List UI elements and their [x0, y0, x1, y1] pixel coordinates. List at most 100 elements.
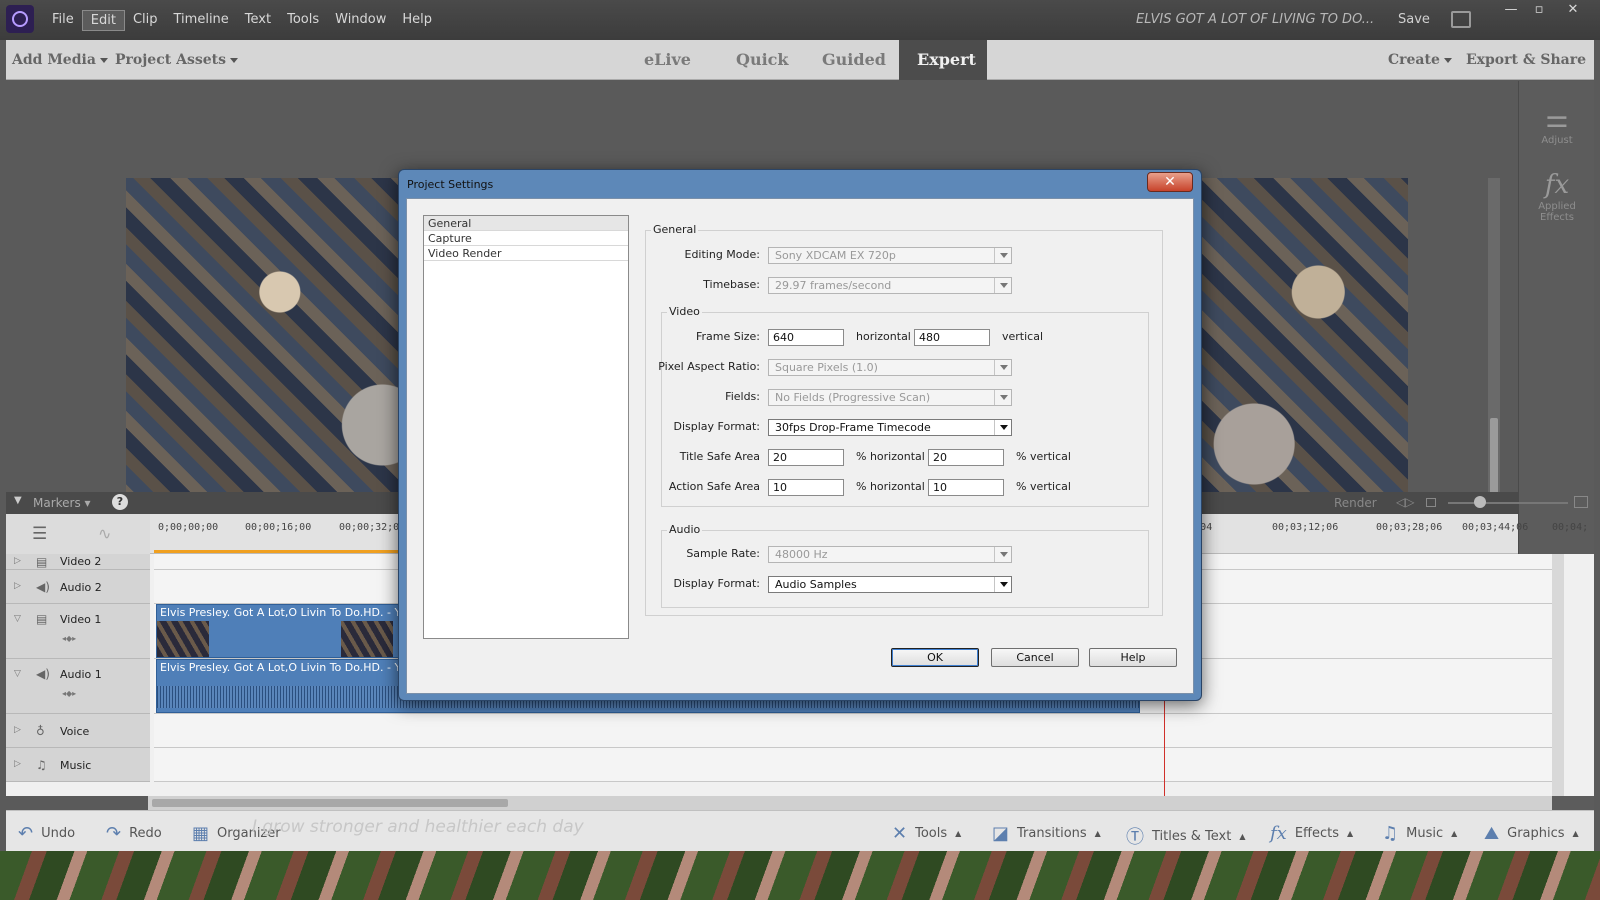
dialog-titlebar[interactable]: Project Settings ✕ [399, 170, 1201, 198]
fields-label: Fields: [725, 390, 760, 403]
expand-icon[interactable]: ▷ [14, 759, 21, 769]
chevron-down-icon [994, 278, 1011, 293]
collapse-icon[interactable]: ▽ [14, 614, 21, 624]
collapse-triangle-icon[interactable]: ▼ [14, 495, 22, 506]
menu-edit[interactable]: Edit [81, 10, 125, 31]
menu-tools[interactable]: Tools [279, 10, 327, 31]
track-label: Video 1 [60, 613, 102, 626]
frame-width-input[interactable] [768, 329, 844, 346]
expand-icon[interactable]: ▷ [14, 725, 21, 735]
title-safe-horizontal-input[interactable] [768, 449, 844, 466]
project-settings-dialog: Project Settings ✕ General Capture Video… [398, 169, 1202, 701]
chevron-up-icon: ▲ [1239, 831, 1246, 841]
render-button[interactable]: Render [1334, 496, 1377, 510]
tools-button[interactable]: ✕ Tools ▲ [892, 823, 961, 844]
export-share-button[interactable]: Export & Share [1466, 52, 1586, 68]
audio-display-format-select[interactable]: Audio Samples [768, 576, 1012, 593]
zoom-out-icon[interactable] [1426, 498, 1436, 507]
help-icon[interactable]: ? [112, 494, 128, 510]
close-window-button[interactable]: ✕ [1558, 2, 1588, 20]
chevron-down-icon [1443, 57, 1452, 63]
fit-timeline-icon[interactable]: ◁▷ [1396, 495, 1414, 509]
editing-mode-select: Sony XDCAM EX 720p [768, 247, 1012, 264]
tab-guided[interactable]: Guided [804, 40, 904, 80]
keyframe-nav-icon[interactable]: ◂◆▸ [62, 634, 76, 643]
minimize-button[interactable]: — [1496, 2, 1526, 20]
tab-expert[interactable]: Expert [899, 40, 987, 80]
action-safe-horizontal-input[interactable] [768, 479, 844, 496]
project-assets-button[interactable]: Project Assets [115, 52, 238, 68]
zoom-in-icon[interactable] [1574, 496, 1588, 508]
audio-view-icon[interactable]: ∿ [98, 524, 111, 543]
create-label: Create [1388, 52, 1440, 68]
track-header-voice[interactable]: ▷ ♁ Voice [6, 714, 150, 748]
effects-button[interactable]: fx Effects ▲ [1270, 823, 1353, 844]
help-button[interactable]: Help [1089, 648, 1177, 667]
add-media-button[interactable]: Add Media [12, 52, 108, 68]
overlay-caption: I grow stronger and healthier each day [252, 817, 584, 837]
pixel-aspect-label: Pixel Aspect Ratio: [658, 360, 760, 373]
markers-dropdown[interactable]: Markers ▾ [33, 496, 91, 510]
percent-horizontal-label: % horizontal [856, 480, 925, 493]
fullscreen-icon[interactable] [1451, 11, 1471, 28]
chevron-up-icon: ▲ [1094, 829, 1101, 838]
transitions-button[interactable]: ◪ Transitions ▲ [992, 823, 1101, 844]
tab-elive[interactable]: eLive [626, 40, 709, 80]
fx-icon: fx [1544, 170, 1570, 200]
frame-height-input[interactable] [914, 329, 990, 346]
save-button[interactable]: Save [1398, 12, 1430, 27]
category-capture[interactable]: Capture [424, 231, 628, 246]
track-view-icon[interactable]: ☰ [32, 524, 47, 544]
redo-button[interactable]: ↷ Redo [106, 823, 162, 844]
expand-icon[interactable]: ▷ [14, 581, 21, 591]
tab-quick[interactable]: Quick [718, 40, 806, 80]
zoom-slider[interactable] [1448, 502, 1568, 504]
zoom-slider-thumb[interactable] [1474, 496, 1486, 508]
redo-label: Redo [129, 826, 162, 841]
track-lane-voice[interactable] [154, 714, 1558, 748]
track-lane-music[interactable] [154, 748, 1558, 782]
track-header-video-2[interactable]: ▷ ▤ Video 2 [6, 554, 150, 570]
create-button[interactable]: Create [1388, 52, 1452, 68]
titles-text-button[interactable]: Ⓣ Titles & Text ▲ [1126, 823, 1245, 849]
percent-vertical-label: % vertical [1016, 450, 1071, 463]
track-header-music[interactable]: ▷ ♫ Music [6, 748, 150, 782]
menu-text[interactable]: Text [237, 10, 279, 31]
action-safe-vertical-input[interactable] [928, 479, 1004, 496]
adjust-button[interactable]: ⚌ Adjust [1519, 103, 1595, 146]
restore-button[interactable]: ▫ [1524, 2, 1554, 20]
track-header-audio-2[interactable]: ▷ ◀) Audio 2 [6, 570, 150, 604]
collapse-icon[interactable]: ▽ [14, 669, 21, 679]
track-header-audio-1[interactable]: ▽ ◀) Audio 1 ◂◆▸ [6, 659, 150, 714]
timeline-scrollbar-thumb[interactable] [152, 799, 508, 807]
menu-help[interactable]: Help [394, 10, 440, 31]
track-header-video-1[interactable]: ▽ ▤ Video 1 ◂◆▸ [6, 604, 150, 659]
graphics-button[interactable]: ⛰ Graphics ▲ [1484, 823, 1579, 844]
editing-mode-label: Editing Mode: [684, 248, 761, 261]
category-general[interactable]: General [424, 216, 628, 231]
category-video-render[interactable]: Video Render [424, 246, 628, 261]
timeline-horizontal-scrollbar[interactable] [148, 796, 1552, 810]
ruler-label: 00;00;16;00 [245, 522, 312, 533]
dialog-close-button[interactable]: ✕ [1147, 172, 1193, 192]
audio-group [661, 530, 1149, 608]
chevron-down-icon [994, 248, 1011, 263]
music-button[interactable]: ♫ Music ▲ [1382, 823, 1457, 844]
expand-icon[interactable]: ▷ [14, 556, 21, 566]
display-format-value: 30fps Drop-Frame Timecode [775, 421, 931, 434]
menu-clip[interactable]: Clip [125, 10, 166, 31]
title-safe-vertical-input[interactable] [928, 449, 1004, 466]
tracks-vertical-scrollbar[interactable] [1552, 554, 1564, 796]
menu-window[interactable]: Window [327, 10, 394, 31]
display-format-select[interactable]: 30fps Drop-Frame Timecode [768, 419, 1012, 436]
keyframe-nav-icon[interactable]: ◂◆▸ [62, 689, 76, 698]
applied-effects-button[interactable]: fx Applied Effects [1519, 169, 1595, 223]
app-logo-icon[interactable] [6, 5, 34, 33]
graphics-icon: ⛰ [1484, 823, 1500, 844]
ok-button[interactable]: OK [891, 648, 979, 667]
undo-button[interactable]: ↶ Undo [18, 823, 75, 844]
tools-icon: ✕ [892, 823, 908, 844]
menu-timeline[interactable]: Timeline [166, 10, 237, 31]
cancel-button[interactable]: Cancel [991, 648, 1079, 667]
menu-file[interactable]: File [44, 10, 82, 31]
